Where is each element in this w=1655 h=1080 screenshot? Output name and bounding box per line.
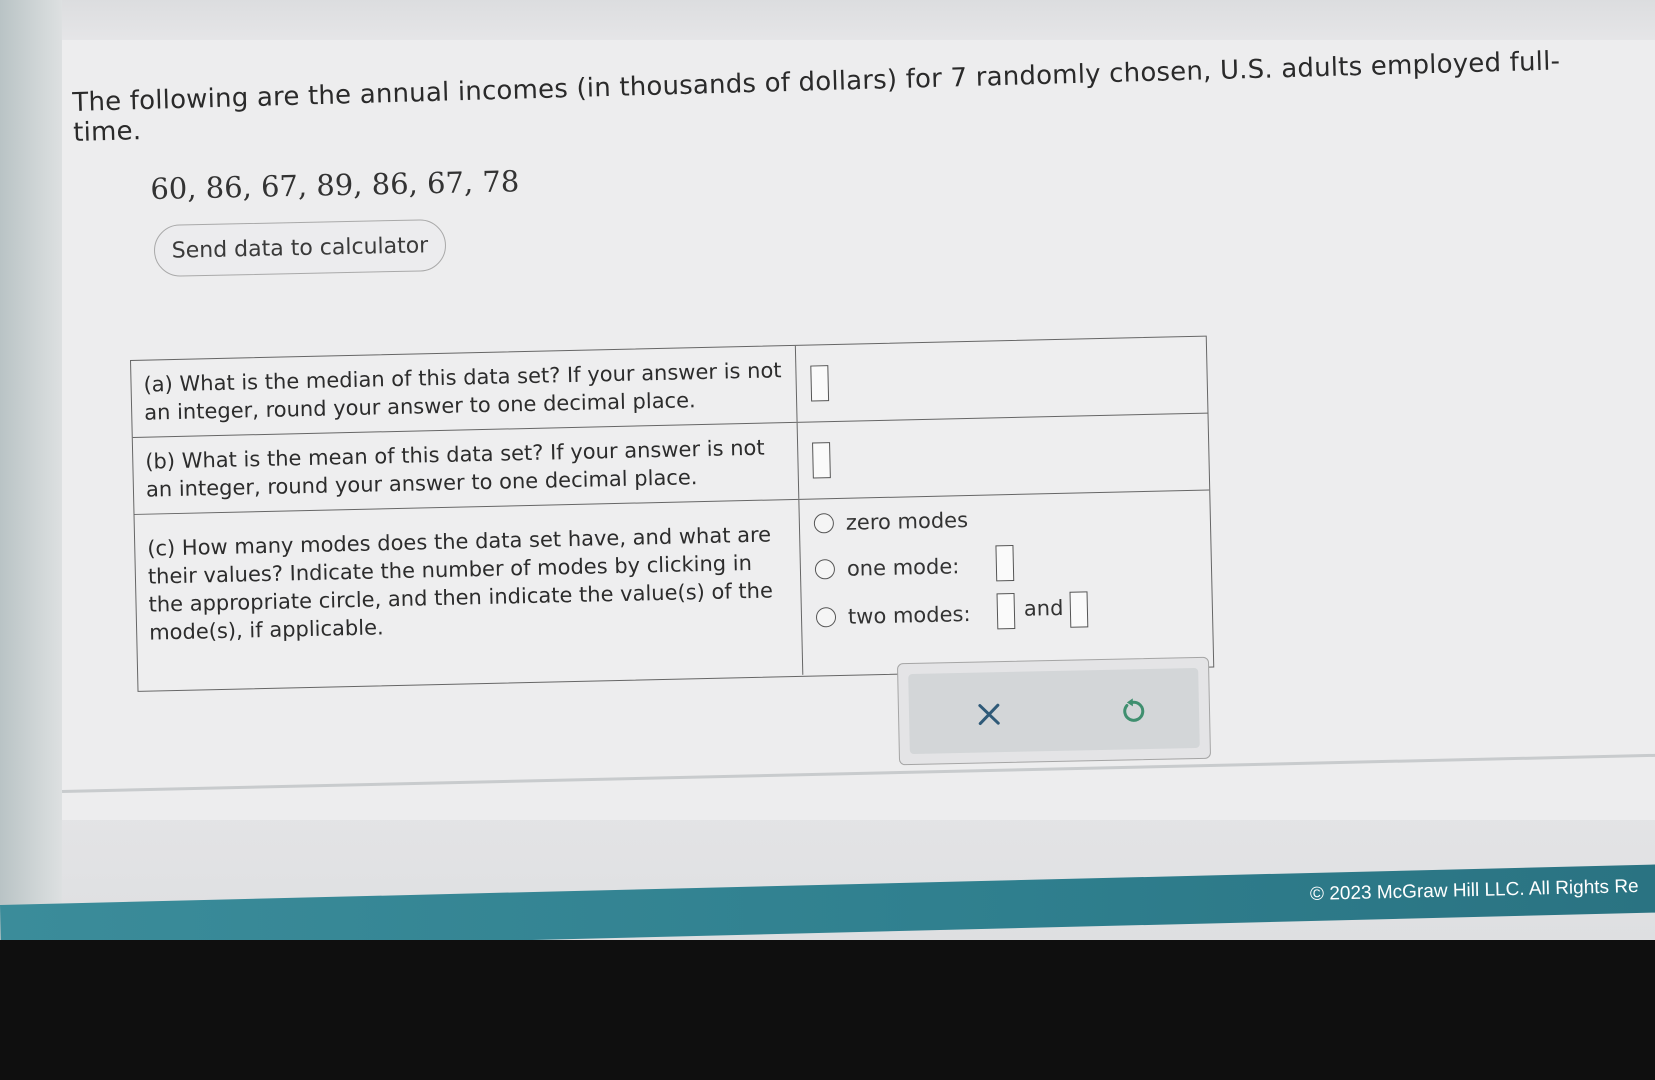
action-panel <box>896 656 1212 766</box>
label-one-mode: one mode: <box>846 554 960 581</box>
close-icon[interactable] <box>969 694 1010 735</box>
option-zero-modes[interactable]: zero modes <box>813 508 969 535</box>
radio-one-mode[interactable] <box>814 559 836 580</box>
answer-cell-modes: zero modes one mode: two modes: and <box>799 491 1213 675</box>
action-panel-inner <box>908 667 1200 755</box>
question-mean: (b) What is the mean of this data set? I… <box>132 422 800 514</box>
two-modes-input-2[interactable] <box>1069 591 1089 628</box>
radio-zero-modes[interactable] <box>813 513 835 534</box>
radio-two-modes[interactable] <box>815 607 837 628</box>
option-one-mode[interactable]: one mode: <box>814 554 960 581</box>
screen: The following are the annual incomes (in… <box>0 0 1655 940</box>
one-mode-input[interactable] <box>995 545 1015 582</box>
label-two-modes: two modes: <box>847 601 971 629</box>
undo-icon[interactable] <box>1113 691 1154 732</box>
option-two-modes[interactable]: two modes: <box>815 601 971 629</box>
median-input[interactable] <box>810 365 830 402</box>
question-median: (a) What is the median of this data set?… <box>131 345 798 437</box>
question-table: (a) What is the median of this data set?… <box>130 335 1215 692</box>
mean-input[interactable] <box>812 442 831 479</box>
send-data-button[interactable]: Send data to calculator <box>153 218 447 278</box>
answer-cell-median <box>796 337 1208 422</box>
and-label: and <box>1023 595 1064 621</box>
answer-cell-mean <box>798 414 1210 499</box>
question-modes: (c) How many modes does the data set hav… <box>134 499 804 690</box>
left-edge <box>0 0 62 940</box>
label-zero-modes: zero modes <box>845 508 969 535</box>
two-modes-input-1[interactable] <box>996 592 1016 630</box>
